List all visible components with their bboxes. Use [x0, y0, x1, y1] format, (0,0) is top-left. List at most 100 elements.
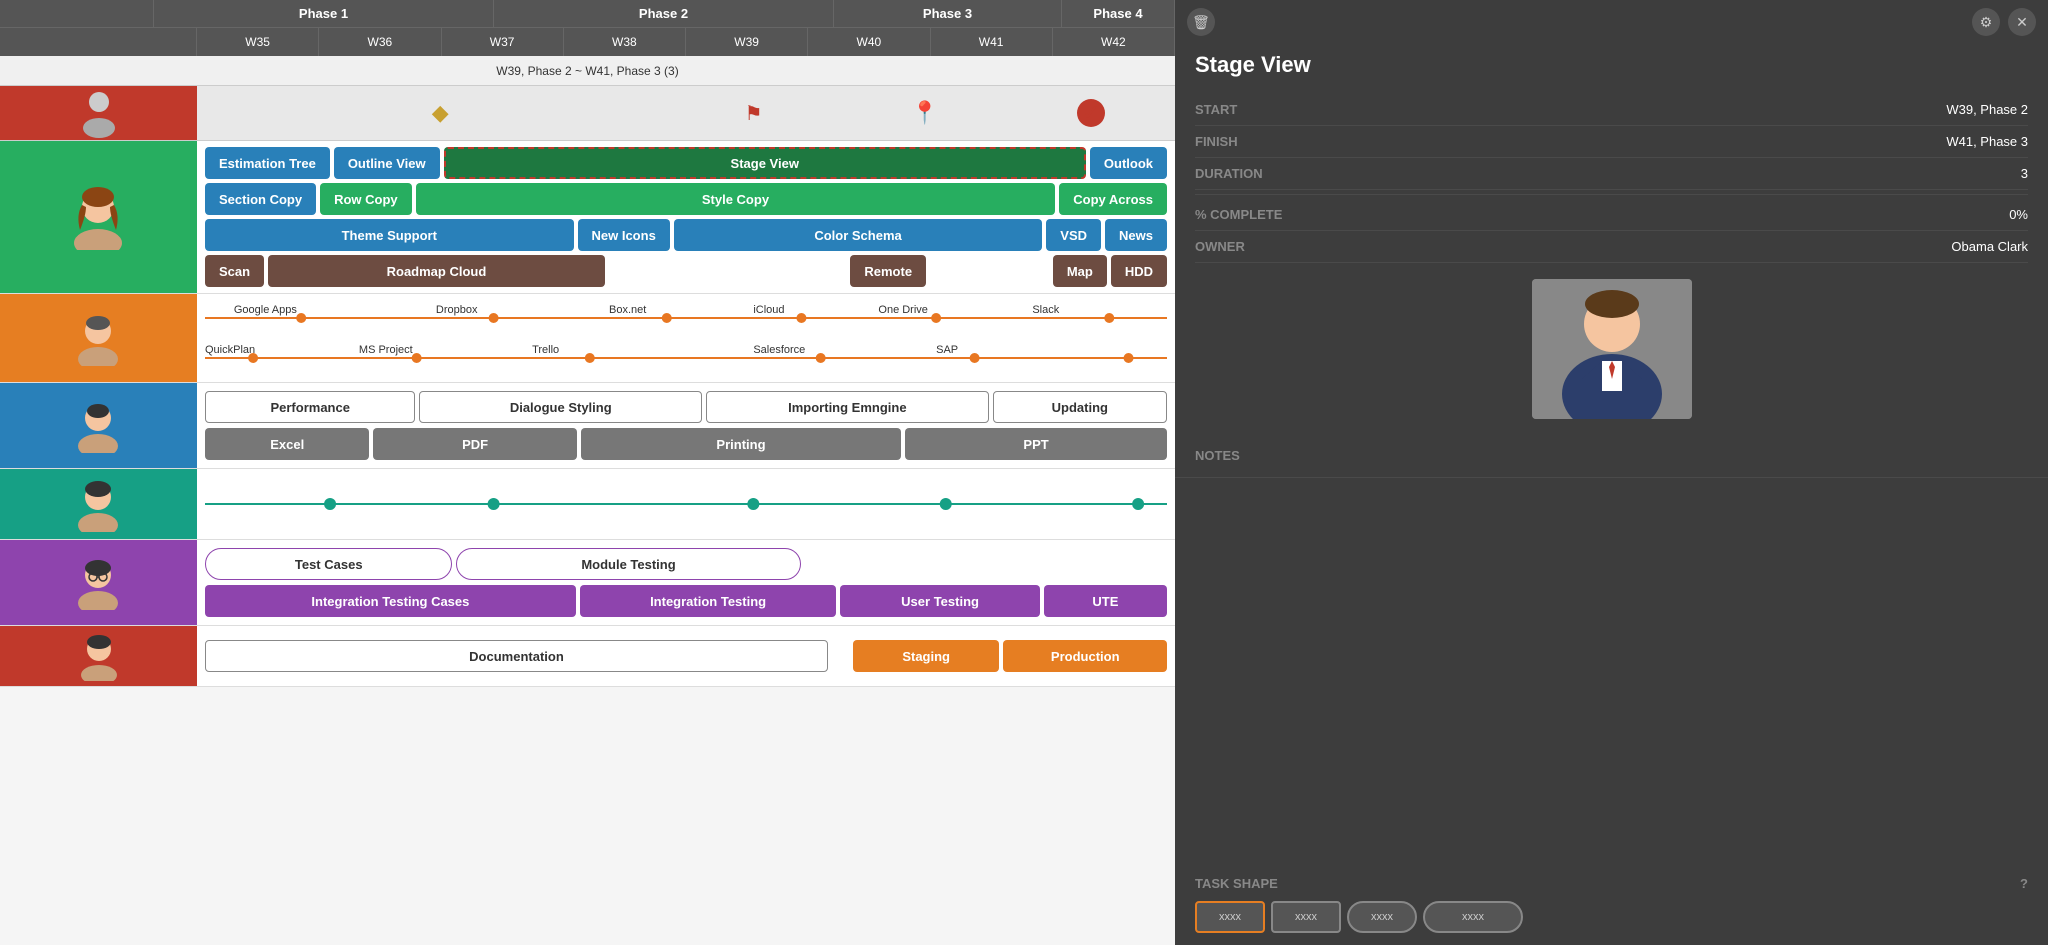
shape-1-label: xxxx [1219, 911, 1241, 923]
row-4-content [197, 469, 1175, 539]
milestone-row: ◆ ⚑ 📍 ✓ [0, 86, 1175, 141]
timeline-row-2: QuickPlan MS Project Trello Salesforce S… [205, 344, 1167, 372]
style-copy-btn[interactable]: Style Copy [416, 183, 1056, 215]
milestone-track: ◆ ⚑ 📍 ✓ [197, 86, 1175, 140]
ppt-btn[interactable]: PPT [905, 428, 1167, 460]
user-testing-btn[interactable]: User Testing [840, 585, 1039, 617]
row-1: Estimation Tree Outline View Stage View … [0, 141, 1175, 294]
week-avatar-col [0, 28, 197, 56]
start-row: START W39, Phase 2 [1195, 94, 2028, 126]
task-line-perf: Performance Dialogue Styling Importing E… [205, 391, 1167, 423]
task-line-3: Theme Support New Icons Color Schema VSD… [205, 219, 1167, 251]
duration-label: DURATION [1195, 166, 1263, 181]
tl-label-onedrive: One Drive [878, 304, 928, 316]
person-icon-1 [74, 88, 124, 138]
module-testing-btn[interactable]: Module Testing [456, 548, 800, 580]
close-icon: ✕ [2016, 14, 2028, 31]
start-label: START [1195, 102, 1237, 117]
shape-btn-3[interactable]: xxxx [1347, 901, 1417, 933]
outlook-btn[interactable]: Outlook [1090, 147, 1167, 179]
performance-btn[interactable]: Performance [205, 391, 415, 423]
production-btn[interactable]: Production [1003, 640, 1167, 672]
diamond-icon: ◆ [432, 100, 449, 126]
ute-btn[interactable]: UTE [1044, 585, 1167, 617]
owner-label: OWNER [1195, 239, 1245, 254]
owner-value: Obama Clark [1951, 239, 2028, 254]
spacer [1175, 478, 2048, 864]
tooltip-row: W39, Phase 2 ~ W41, Phase 3 (3) [0, 56, 1175, 86]
dialogue-styling-btn[interactable]: Dialogue Styling [419, 391, 702, 423]
delete-button[interactable]: 🗑 [1187, 8, 1215, 36]
phase-2: Phase 2 [494, 0, 834, 27]
test-cases-btn[interactable]: Test Cases [205, 548, 452, 580]
person-avatar-2 [71, 311, 126, 366]
avatar-purple [0, 540, 197, 625]
tl-label-salesforce: Salesforce [753, 344, 805, 356]
percent-value: 0% [2009, 207, 2028, 222]
copy-across-btn[interactable]: Copy Across [1059, 183, 1167, 215]
week-cells: W35 W36 W37 W38 W39 W40 W41 W42 [197, 28, 1175, 56]
tl-label-google: Google Apps [234, 304, 297, 316]
new-icons-btn[interactable]: New Icons [578, 219, 670, 251]
excel-btn[interactable]: Excel [205, 428, 369, 460]
scan-btn[interactable]: Scan [205, 255, 264, 287]
roadmap-cloud-btn[interactable]: Roadmap Cloud [268, 255, 605, 287]
hdd-btn[interactable]: HDD [1111, 255, 1167, 287]
gantt-header: Phase 1 Phase 2 Phase 3 Phase 4 W35 W36 … [0, 0, 1175, 56]
detail-section: START W39, Phase 2 FINISH W41, Phase 3 D… [1175, 94, 2048, 263]
phase-1: Phase 1 [154, 0, 494, 27]
row-copy-btn[interactable]: Row Copy [320, 183, 412, 215]
pin-icon: 📍 [911, 100, 938, 126]
right-panel-header: 🗑 ⚙ ✕ [1175, 0, 2048, 44]
avatar-dark-red [0, 626, 197, 686]
phase-3: Phase 3 [834, 0, 1062, 27]
integration-testing-btn[interactable]: Integration Testing [580, 585, 837, 617]
tl-label-slack: Slack [1032, 304, 1059, 316]
documentation-btn[interactable]: Documentation [205, 640, 828, 672]
close-button[interactable]: ✕ [2008, 8, 2036, 36]
pdf-btn[interactable]: PDF [373, 428, 576, 460]
row-6-content: Documentation Staging Production [197, 626, 1175, 686]
staging-btn[interactable]: Staging [853, 640, 1000, 672]
duration-row: DURATION 3 [1195, 158, 2028, 190]
row-4 [0, 469, 1175, 540]
check-icon: ✓ [1077, 99, 1105, 127]
integration-testing-cases-btn[interactable]: Integration Testing Cases [205, 585, 576, 617]
section-copy-btn[interactable]: Section Copy [205, 183, 316, 215]
row-1-content: Estimation Tree Outline View Stage View … [197, 141, 1175, 293]
avatar-orange [0, 294, 197, 382]
phase-4: Phase 4 [1062, 0, 1175, 27]
row-6: Documentation Staging Production [0, 626, 1175, 687]
printing-btn[interactable]: Printing [581, 428, 901, 460]
outline-view-btn[interactable]: Outline View [334, 147, 440, 179]
remote-btn[interactable]: Remote [850, 255, 926, 287]
shape-btn-4[interactable]: xxxx [1423, 901, 1523, 933]
estimation-tree-btn[interactable]: Estimation Tree [205, 147, 330, 179]
settings-button[interactable]: ⚙ [1972, 8, 2000, 36]
timeline-svg-teal [205, 494, 1167, 514]
tl-label-boxnet: Box.net [609, 304, 646, 316]
row-2: Google Apps Dropbox Box.net iCloud One D… [0, 294, 1175, 383]
updating-btn[interactable]: Updating [993, 391, 1167, 423]
percent-row: % COMPLETE 0% [1195, 199, 2028, 231]
shape-btn-2[interactable]: xxxx [1271, 901, 1341, 933]
gantt-panel: Phase 1 Phase 2 Phase 3 Phase 4 W35 W36 … [0, 0, 1175, 945]
panel-title: Stage View [1175, 44, 2048, 94]
person-avatar-4 [71, 477, 126, 532]
avatar-green [0, 141, 197, 293]
week-row: W35 W36 W37 W38 W39 W40 W41 W42 [0, 28, 1175, 56]
map-btn[interactable]: Map [1053, 255, 1107, 287]
task-line-4: Scan Roadmap Cloud Remote Map HDD [205, 255, 1167, 287]
phase-row: Phase 1 Phase 2 Phase 3 Phase 4 [0, 0, 1175, 28]
task-line-export: Excel PDF Printing PPT [205, 428, 1167, 460]
vsd-btn[interactable]: VSD [1046, 219, 1101, 251]
right-panel: 🗑 ⚙ ✕ Stage View START W39, Phase 2 FINI… [1175, 0, 2048, 945]
percent-label: % COMPLETE [1195, 207, 1282, 222]
week-w38: W38 [564, 28, 686, 56]
news-btn[interactable]: News [1105, 219, 1167, 251]
color-schema-btn[interactable]: Color Schema [674, 219, 1043, 251]
stage-view-btn[interactable]: Stage View [444, 147, 1086, 179]
theme-support-btn[interactable]: Theme Support [205, 219, 574, 251]
shape-btn-1[interactable]: xxxx [1195, 901, 1265, 933]
importing-emngine-btn[interactable]: Importing Emngine [706, 391, 989, 423]
